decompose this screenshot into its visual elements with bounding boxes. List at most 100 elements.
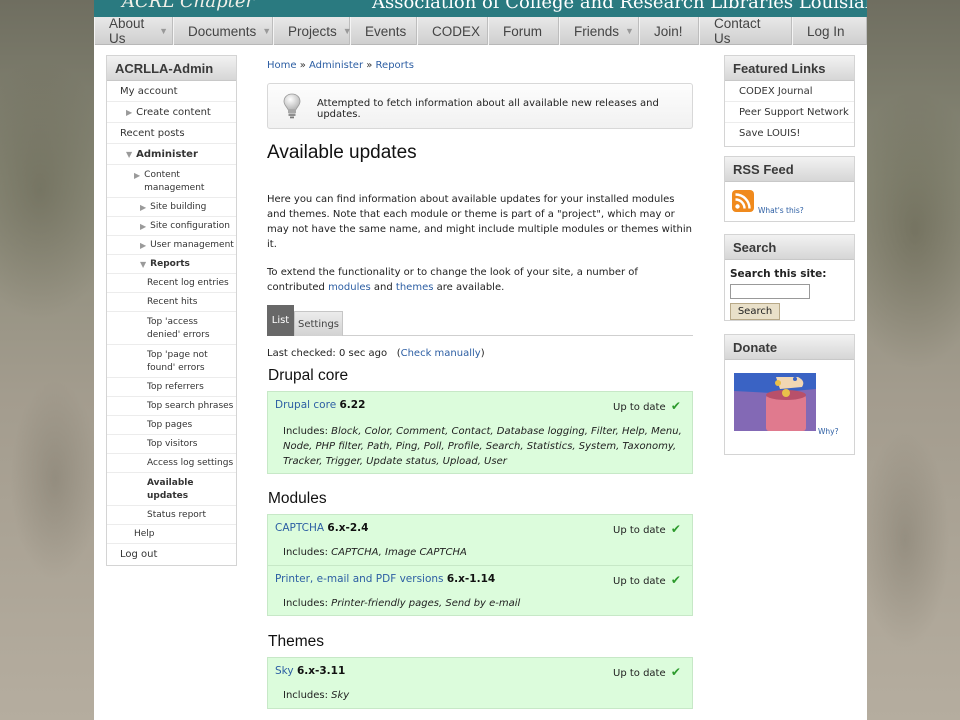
site-name: Association of College and Research Libr…: [372, 0, 867, 13]
featured-link-peer-support[interactable]: Peer Support Network: [725, 102, 854, 123]
section-title-themes: Themes: [268, 633, 324, 650]
last-checked: Last checked: 0 sec ago (Check manually): [267, 348, 485, 359]
project-includes: Includes: Printer-friendly pages, Send b…: [283, 596, 520, 611]
project-version: 6.x-3.11: [296, 665, 346, 677]
donate-image[interactable]: [732, 371, 818, 436]
status-badge: Up to date ✔: [613, 399, 681, 413]
menu-label: Log out: [120, 549, 158, 560]
menu-item-status-report[interactable]: Status report: [107, 506, 236, 525]
menu-item-help[interactable]: Help: [107, 525, 236, 544]
includes-label: Includes:: [283, 690, 332, 701]
donate-block: Donate Why?: [724, 334, 855, 455]
nav-about-us[interactable]: About Us ▼: [94, 16, 173, 46]
includes-label: Includes:: [283, 547, 332, 558]
tabs-bar: List Settings: [267, 305, 693, 336]
donate-why-link[interactable]: Why?: [818, 427, 839, 436]
check-manually-link[interactable]: Check manually: [401, 348, 481, 359]
nav-join[interactable]: Join!: [639, 17, 699, 45]
status-badge: Up to date ✔: [613, 665, 681, 679]
project-row: Printer, e-mail and PDF versions 6.x-1.1…: [267, 565, 693, 616]
nav-friends[interactable]: Friends ▼: [559, 17, 639, 45]
menu-item-recent-log-entries[interactable]: Recent log entries: [107, 274, 236, 293]
tab-settings[interactable]: Settings: [294, 311, 343, 336]
project-name: Sky 6.x-3.11: [275, 665, 345, 677]
nav-contact-us[interactable]: Contact Us: [699, 16, 792, 46]
menu-item-log-out[interactable]: Log out: [107, 544, 236, 565]
rss-icon[interactable]: [732, 190, 754, 215]
breadcrumb-separator: »: [363, 60, 376, 71]
project-includes: Includes: CAPTCHA, Image CAPTCHA: [283, 545, 467, 560]
menu-item-top-search-phrases[interactable]: Top search phrases: [107, 397, 236, 416]
project-link[interactable]: CAPTCHA: [275, 522, 324, 534]
menu-item-reports[interactable]: ▼ Reports: [107, 255, 236, 274]
block-title: Featured Links: [725, 56, 854, 81]
featured-link-codex[interactable]: CODEX Journal: [725, 81, 854, 102]
nav-documents[interactable]: Documents ▼: [173, 17, 273, 45]
menu-item-available-updates[interactable]: Available updates: [107, 473, 236, 506]
chevron-down-icon: ▼: [262, 26, 272, 36]
project-link[interactable]: Sky: [275, 665, 294, 677]
breadcrumb-home[interactable]: Home: [267, 60, 297, 71]
intro-text: Here you can find information about avai…: [267, 192, 693, 308]
menu-item-top-page-not-found[interactable]: Top 'page not found' errors: [107, 345, 236, 378]
status-text: Up to date: [613, 402, 666, 413]
project-link[interactable]: Drupal core: [275, 399, 336, 411]
menu-item-site-configuration[interactable]: ▶ Site configuration: [107, 217, 236, 236]
menu-item-top-referrers[interactable]: Top referrers: [107, 378, 236, 397]
menu-item-create-content[interactable]: ▶ Create content: [107, 102, 236, 123]
nav-codex[interactable]: CODEX: [417, 17, 488, 45]
breadcrumb-separator: »: [296, 60, 310, 71]
last-checked-text: Last checked: 0 sec ago: [267, 348, 388, 359]
project-row: CAPTCHA 6.x-2.4 Up to date ✔ Includes: C…: [267, 514, 693, 566]
paren: ): [480, 348, 485, 359]
section-title-core: Drupal core: [268, 367, 349, 384]
includes-label: Includes:: [283, 426, 332, 437]
triangle-down-icon: ▼: [126, 149, 133, 159]
nav-log-in[interactable]: Log In: [792, 17, 867, 45]
menu-item-top-visitors[interactable]: Top visitors: [107, 435, 236, 454]
menu-label: Content management: [144, 170, 205, 193]
modules-link[interactable]: modules: [328, 282, 371, 293]
menu-item-top-access-denied[interactable]: Top 'access denied' errors: [107, 312, 236, 345]
breadcrumb-reports[interactable]: Reports: [376, 60, 414, 71]
rss-whats-this-link[interactable]: What's this?: [758, 206, 804, 215]
includes-list: CAPTCHA, Image CAPTCHA: [331, 547, 467, 558]
menu-item-access-log-settings[interactable]: Access log settings: [107, 454, 236, 473]
themes-link[interactable]: themes: [396, 282, 434, 293]
intro-paragraph: Here you can find information about avai…: [267, 194, 692, 250]
menu-label: Administer: [136, 148, 198, 160]
project-link[interactable]: Printer, e-mail and PDF versions: [275, 573, 444, 585]
search-block: Search Search this site: Search: [724, 234, 855, 321]
includes-label: Includes:: [283, 598, 332, 609]
menu-item-recent-hits[interactable]: Recent hits: [107, 293, 236, 312]
menu-label: Top pages: [147, 419, 193, 430]
menu-item-administer[interactable]: ▼ Administer: [107, 144, 236, 165]
menu-item-top-pages[interactable]: Top pages: [107, 416, 236, 435]
nav-forum[interactable]: Forum: [488, 17, 559, 45]
search-button[interactable]: Search: [730, 303, 780, 320]
nav-label: Log In: [807, 23, 845, 39]
project-name: Printer, e-mail and PDF versions 6.x-1.1…: [275, 573, 495, 585]
menu-item-user-management[interactable]: ▶ User management: [107, 236, 236, 255]
menu-label: Top referrers: [147, 381, 204, 392]
menu-item-content-management[interactable]: ▶ Content management: [107, 165, 236, 198]
search-input[interactable]: [730, 284, 810, 299]
includes-list: Printer-friendly pages, Send by e-mail: [331, 598, 521, 609]
tab-list[interactable]: List: [267, 305, 294, 336]
triangle-right-icon: ▶: [126, 107, 133, 117]
menu-item-site-building[interactable]: ▶ Site building: [107, 198, 236, 217]
menu-label: Access log settings: [147, 457, 234, 468]
block-title: ACRLLA-Admin: [107, 56, 236, 81]
status-text: Up to date: [613, 576, 666, 587]
nav-events[interactable]: Events: [350, 17, 417, 45]
menu-item-my-account[interactable]: My account: [107, 81, 236, 102]
site-logo[interactable]: ACRL Chapter: [122, 0, 254, 12]
project-includes: Includes: Sky: [283, 688, 349, 703]
site-header: ACRL Chapter Association of College and …: [94, 0, 867, 17]
featured-link-save-louis[interactable]: Save LOUIS!: [725, 123, 854, 144]
nav-projects[interactable]: Projects ▼: [273, 17, 352, 45]
menu-item-recent-posts[interactable]: Recent posts: [107, 123, 236, 144]
project-row: Drupal core 6.22 Up to date ✔ Includes: …: [267, 391, 693, 474]
breadcrumb-administer[interactable]: Administer: [309, 60, 363, 71]
checkmark-icon: ✔: [670, 399, 681, 413]
